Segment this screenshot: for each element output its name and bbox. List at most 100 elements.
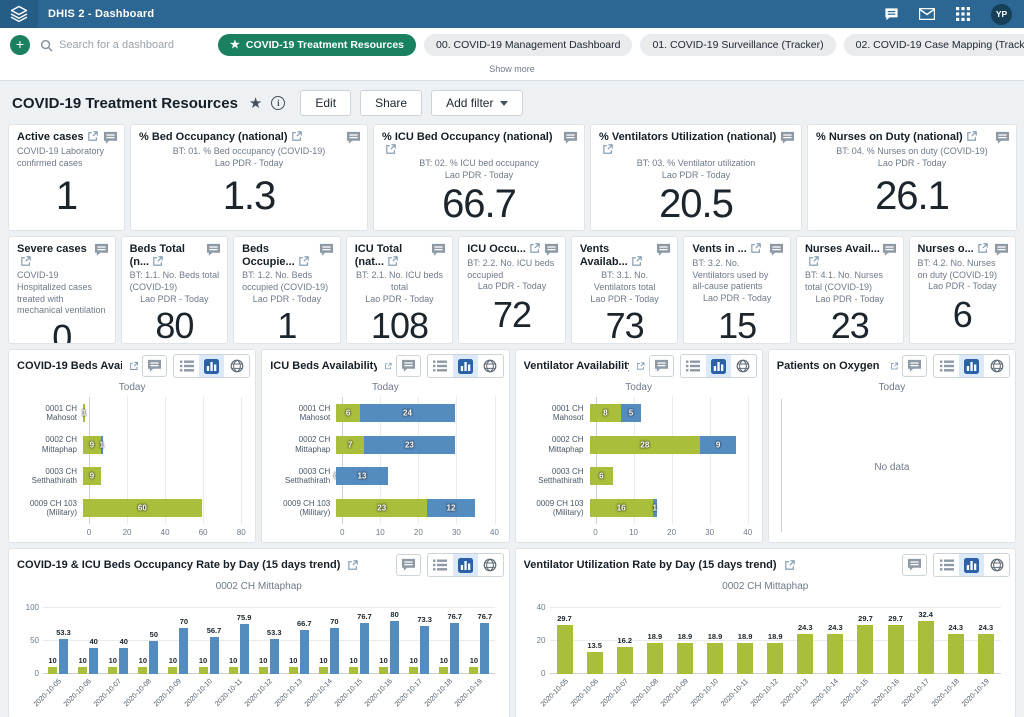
external-link-icon[interactable] <box>891 361 898 371</box>
bar[interactable] <box>289 667 298 674</box>
bar[interactable] <box>647 643 663 674</box>
map-view-button[interactable] <box>731 355 756 377</box>
comment-icon[interactable] <box>147 359 162 373</box>
comment-icon[interactable] <box>882 243 897 257</box>
bar[interactable] <box>199 667 208 674</box>
chart-view-button[interactable] <box>706 355 731 377</box>
bar[interactable] <box>978 634 994 674</box>
external-link-icon[interactable] <box>153 256 163 266</box>
bar[interactable] <box>707 643 723 674</box>
dhis2-logo[interactable] <box>0 0 38 28</box>
external-link-icon[interactable] <box>385 361 392 371</box>
info-icon[interactable]: i <box>271 96 285 110</box>
comment-icon[interactable] <box>780 131 795 145</box>
edit-button[interactable]: Edit <box>300 90 351 116</box>
bar[interactable] <box>59 639 68 674</box>
external-link-icon[interactable] <box>632 256 642 266</box>
comment-icon[interactable] <box>401 359 416 373</box>
interpretations-icon[interactable] <box>883 6 899 22</box>
table-view-button[interactable] <box>681 355 706 377</box>
bar[interactable] <box>450 623 459 674</box>
bar[interactable] <box>360 623 369 674</box>
new-dashboard-button[interactable]: + <box>10 35 30 55</box>
map-view-button[interactable] <box>224 355 249 377</box>
comment-button[interactable] <box>396 554 421 576</box>
bar[interactable] <box>918 621 934 674</box>
comment-icon[interactable] <box>563 131 578 145</box>
external-link-icon[interactable] <box>388 256 398 266</box>
bar[interactable] <box>948 634 964 674</box>
dashboard-chip-1[interactable]: 00. COVID-19 Management Dashboard <box>424 34 632 56</box>
comment-icon[interactable] <box>907 359 922 373</box>
bar[interactable] <box>270 639 279 674</box>
comment-icon[interactable] <box>431 243 446 257</box>
comment-icon[interactable] <box>346 131 361 145</box>
external-link-icon[interactable] <box>130 361 138 371</box>
bar[interactable] <box>149 641 158 674</box>
user-avatar[interactable]: YP <box>991 4 1012 25</box>
chart-view-button[interactable] <box>959 355 984 377</box>
bar[interactable] <box>390 621 399 674</box>
external-link-icon[interactable] <box>637 361 645 371</box>
bar[interactable] <box>210 637 219 674</box>
show-more-link[interactable]: Show more <box>0 62 1024 80</box>
dashboard-chip-2[interactable]: 01. COVID-19 Surveillance (Tracker) <box>640 34 835 56</box>
external-link-icon[interactable] <box>299 256 309 266</box>
bar[interactable] <box>89 648 98 674</box>
bar[interactable] <box>737 643 753 674</box>
bar[interactable] <box>138 667 147 674</box>
bar[interactable] <box>168 667 177 674</box>
comment-icon[interactable] <box>994 243 1009 257</box>
bar[interactable] <box>78 667 87 674</box>
table-view-button[interactable] <box>934 554 959 576</box>
map-view-button[interactable] <box>984 554 1009 576</box>
apps-menu-icon[interactable] <box>955 6 971 22</box>
bar[interactable] <box>888 625 904 674</box>
bar[interactable] <box>330 628 339 674</box>
comment-button[interactable] <box>902 554 927 576</box>
bar[interactable] <box>409 667 418 674</box>
chart-view-button[interactable] <box>199 355 224 377</box>
external-link-icon[interactable] <box>978 243 988 253</box>
bar[interactable] <box>469 667 478 674</box>
bar[interactable] <box>857 625 873 674</box>
bar[interactable] <box>617 647 633 674</box>
bar[interactable] <box>767 643 783 674</box>
external-link-icon[interactable] <box>785 560 795 570</box>
external-link-icon[interactable] <box>809 256 819 266</box>
table-view-button[interactable] <box>428 554 453 576</box>
comment-icon[interactable] <box>401 558 416 572</box>
bar[interactable] <box>119 648 128 674</box>
comment-button[interactable] <box>142 355 167 377</box>
table-view-button[interactable] <box>934 355 959 377</box>
bar[interactable] <box>108 667 117 674</box>
external-link-icon[interactable] <box>530 243 540 253</box>
star-icon[interactable]: ★ <box>249 96 262 111</box>
external-link-icon[interactable] <box>386 144 396 154</box>
bar[interactable] <box>259 667 268 674</box>
bar[interactable] <box>480 623 489 674</box>
external-link-icon[interactable] <box>603 144 613 154</box>
comment-icon[interactable] <box>544 243 559 257</box>
bar[interactable] <box>420 626 429 674</box>
table-view-button[interactable] <box>174 355 199 377</box>
comment-icon[interactable] <box>907 558 922 572</box>
share-button[interactable]: Share <box>360 90 422 116</box>
bar[interactable] <box>349 667 358 674</box>
comment-icon[interactable] <box>94 243 109 257</box>
bar[interactable] <box>179 628 188 674</box>
dashboard-search[interactable]: Search for a dashboard <box>40 39 208 52</box>
comment-icon[interactable] <box>995 131 1010 145</box>
dashboard-chip-3[interactable]: 02. COVID-19 Case Mapping (Tracker) <box>844 34 1024 56</box>
messages-icon[interactable] <box>919 6 935 22</box>
bar[interactable] <box>379 667 388 674</box>
map-view-button[interactable] <box>984 355 1009 377</box>
map-view-button[interactable] <box>478 554 503 576</box>
chart-view-button[interactable] <box>453 355 478 377</box>
add-filter-button[interactable]: Add filter <box>431 90 523 116</box>
bar[interactable] <box>240 624 249 674</box>
chart-view-button[interactable] <box>959 554 984 576</box>
comment-icon[interactable] <box>103 131 118 145</box>
bar[interactable] <box>677 643 693 674</box>
bar[interactable] <box>557 625 573 674</box>
